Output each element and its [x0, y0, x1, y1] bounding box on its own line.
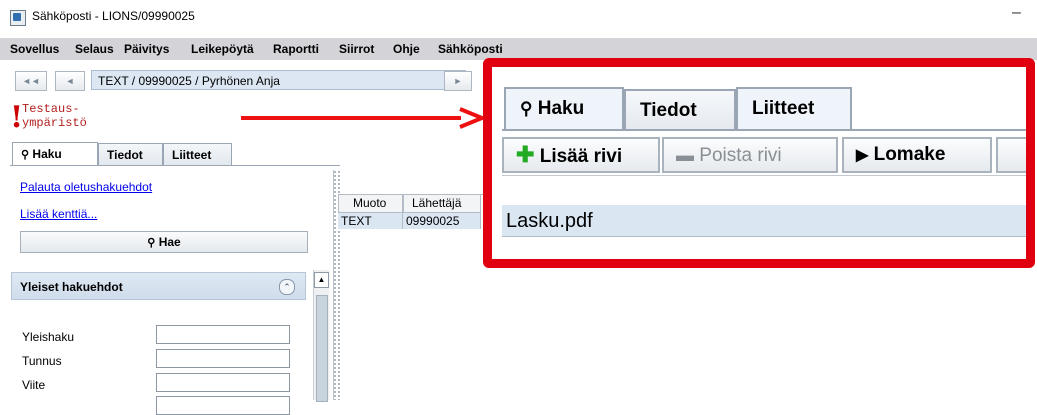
- attachment-row[interactable]: Lasku.pdf: [502, 205, 1026, 237]
- zoom-tab-liitteet[interactable]: Liitteet: [736, 87, 852, 131]
- column-header-lahettaja[interactable]: Lähettäjä: [403, 195, 481, 213]
- zoom-tab-tiedot-label: Tiedot: [640, 100, 697, 121]
- viite-input[interactable]: [156, 373, 290, 392]
- environment-label-line1: Testaus-: [22, 102, 80, 116]
- column-header-muoto-label: Muoto: [353, 196, 387, 210]
- annotation-arrow-head: [459, 107, 486, 129]
- remove-row-button[interactable]: ▬ Poista rivi: [662, 137, 838, 173]
- menu-sahkoposti[interactable]: Sähköposti: [438, 42, 503, 56]
- general-criteria-header[interactable]: Yleiset hakuehdot: [11, 272, 306, 300]
- zoom-tab-divider: [502, 129, 1026, 131]
- field-label-viite: Viite: [22, 378, 46, 392]
- zoom-tab-haku-label: Haku: [537, 98, 585, 119]
- zoom-tab-haku[interactable]: ⚲ Haku: [504, 87, 624, 131]
- attachment-empty-row: [502, 237, 1026, 259]
- next-input[interactable]: [156, 396, 290, 415]
- tunnus-input[interactable]: [156, 349, 290, 368]
- menu-sovellus[interactable]: Sovellus: [10, 42, 59, 56]
- search-icon: ⚲: [147, 237, 156, 249]
- form-button[interactable]: ▶ Lomake: [842, 137, 992, 173]
- attachment-header-row: [502, 175, 1026, 207]
- menu-leikepoyta[interactable]: Leikepöytä: [191, 42, 254, 56]
- prev-record-button[interactable]: ◄: [55, 71, 85, 91]
- search-button[interactable]: ⚲ Hae: [20, 231, 308, 253]
- search-button-label: Hae: [158, 235, 181, 249]
- next-record-button[interactable]: ►: [444, 71, 472, 91]
- tab-liitteet-label: Liitteet: [172, 148, 212, 162]
- scroll-up-icon[interactable]: ▲: [314, 272, 329, 288]
- add-fields-link[interactable]: Lisää kenttiä...: [20, 207, 97, 221]
- yleishaku-input[interactable]: [156, 325, 290, 344]
- search-icon: ⚲: [21, 149, 30, 161]
- first-record-button[interactable]: ◄◄: [15, 71, 47, 91]
- add-row-button[interactable]: ✚ Lisää rivi: [502, 137, 660, 173]
- minus-icon: ▬: [676, 145, 694, 165]
- menu-siirrot[interactable]: Siirrot: [339, 42, 374, 56]
- table-cell-muoto[interactable]: TEXT: [338, 213, 403, 229]
- field-label-tunnus: Tunnus: [22, 354, 62, 368]
- field-label-yleishaku: Yleishaku: [22, 330, 75, 344]
- add-row-label: Lisää rivi: [539, 146, 623, 167]
- column-header-muoto[interactable]: Muoto: [338, 195, 403, 213]
- tab-haku[interactable]: ⚲ Haku: [12, 142, 98, 166]
- tab-divider: [10, 165, 340, 166]
- scroll-thumb[interactable]: [316, 295, 328, 402]
- search-icon: ⚲: [520, 99, 533, 118]
- record-path-field[interactable]: TEXT / 09990025 / Pyrhönen Anja: [91, 70, 466, 90]
- environment-label-line2: ympäristö: [22, 116, 87, 130]
- title-bar: Sähköposti - LIONS/09990025 –: [0, 0, 1037, 34]
- zoom-tab-tiedot[interactable]: Tiedot: [624, 89, 736, 131]
- more-button[interactable]: [996, 137, 1026, 173]
- annotation-arrow-shaft: [241, 116, 461, 120]
- table-cell-lahettaja[interactable]: 09990025: [403, 213, 481, 229]
- app-icon: [10, 10, 26, 26]
- window-title: Sähköposti - LIONS/09990025: [32, 9, 195, 23]
- plus-icon: ✚: [516, 142, 535, 167]
- tab-tiedot-label: Tiedot: [107, 148, 143, 162]
- play-icon: ▶: [856, 147, 869, 164]
- menu-ohje[interactable]: Ohje: [393, 42, 420, 56]
- tab-tiedot[interactable]: Tiedot: [98, 143, 163, 165]
- column-header-lahettaja-label: Lähettäjä: [412, 196, 462, 210]
- zoom-callout: ⚲ Haku Tiedot Liitteet ✚ Lisää rivi ▬ Po…: [483, 58, 1035, 268]
- remove-row-label: Poista rivi: [699, 145, 782, 166]
- minimize-button[interactable]: –: [1012, 4, 1021, 22]
- collapse-icon[interactable]: ⌃: [279, 279, 295, 295]
- zoom-tab-liitteet-label: Liitteet: [752, 98, 815, 119]
- reset-search-link[interactable]: Palauta oletushakuehdot: [20, 180, 152, 194]
- menu-raportti[interactable]: Raportti: [273, 42, 319, 56]
- tab-haku-label: Haku: [32, 147, 62, 161]
- tab-liitteet[interactable]: Liitteet: [163, 143, 232, 165]
- menu-bar: Sovellus Selaus Päivitys Leikepöytä Rapo…: [0, 38, 1037, 60]
- menu-paivitys[interactable]: Päivitys: [124, 42, 169, 56]
- form-label: Lomake: [873, 144, 946, 165]
- menu-selaus[interactable]: Selaus: [75, 42, 114, 56]
